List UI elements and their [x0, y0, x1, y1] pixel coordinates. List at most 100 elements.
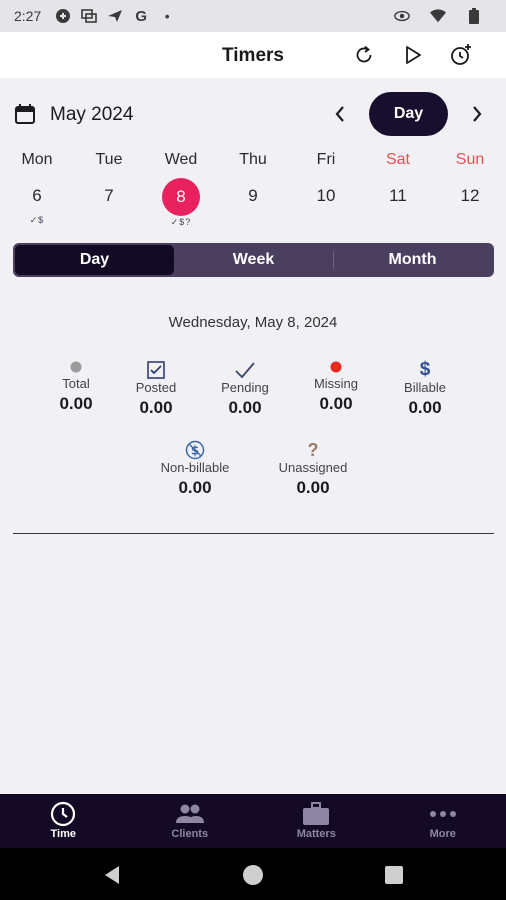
- weekday-label: Mon: [21, 151, 53, 168]
- stat-value: 0.00: [228, 398, 262, 417]
- weekday-label: Sun: [455, 151, 485, 168]
- segment-month[interactable]: Month: [333, 245, 492, 275]
- no-dollar-icon: $: [150, 440, 240, 460]
- tab-time[interactable]: Time: [0, 794, 127, 848]
- week-strip: Mon 6 ✓$ Tue 7 Wed 8 ✓$? Thu 9 Fri 10 Sa…: [0, 150, 506, 230]
- day-number: 7: [104, 186, 114, 205]
- day-number: 12: [460, 186, 480, 205]
- stat-value: 0.00: [319, 394, 353, 413]
- day-cell-mon[interactable]: Mon 6 ✓$: [1, 150, 73, 226]
- stat-label: Pending: [221, 380, 269, 395]
- tab-label: More: [429, 828, 456, 840]
- day-cell-sun[interactable]: Sun 12: [434, 150, 506, 226]
- tab-matters[interactable]: Matters: [253, 794, 380, 848]
- weekday-label: Tue: [95, 151, 123, 168]
- day-status-marks: [217, 214, 289, 226]
- month-label[interactable]: May 2024: [50, 104, 133, 126]
- battery-icon: [466, 8, 482, 24]
- next-button[interactable]: [467, 102, 487, 126]
- recents-button[interactable]: [383, 864, 405, 886]
- play-icon: [406, 46, 421, 64]
- segment-day[interactable]: Day: [15, 245, 174, 275]
- more-horizontal-icon: [429, 800, 457, 828]
- day-status-marks: [290, 214, 362, 226]
- add-timer-icon: [451, 44, 471, 65]
- total-dot-icon: [31, 358, 121, 376]
- add-timer-button[interactable]: [448, 42, 474, 68]
- page-title: Timers: [222, 45, 284, 66]
- tab-label: Matters: [296, 828, 336, 840]
- posted-checkbox-icon: [111, 360, 201, 380]
- stat-label: Missing: [313, 376, 359, 391]
- day-status-marks: [362, 214, 434, 226]
- weekday-label: Sat: [385, 151, 410, 168]
- stat-label: Billable: [404, 380, 446, 395]
- message-icon: [81, 8, 98, 24]
- clock-icon: [50, 800, 76, 828]
- stat-unassigned: ? Unassigned 0.00: [268, 440, 358, 498]
- day-number: 9: [248, 186, 258, 205]
- calendar-icon[interactable]: [14, 103, 36, 125]
- day-cell-fri[interactable]: Fri 10: [290, 150, 362, 226]
- previous-button[interactable]: [330, 102, 350, 126]
- day-number: 6: [32, 186, 42, 205]
- play-button[interactable]: [400, 42, 426, 68]
- day-cell-sat[interactable]: Sat 11: [362, 150, 434, 226]
- question-mark-icon: ?: [307, 439, 319, 460]
- back-button[interactable]: [101, 864, 123, 886]
- day-cell-tue[interactable]: Tue 7: [73, 150, 145, 226]
- system-navigation-bar: [0, 848, 506, 900]
- stat-value: 0.00: [139, 398, 173, 417]
- selected-date-heading: Wednesday, May 8, 2024: [168, 314, 338, 331]
- stat-non-billable: $ Non-billable 0.00: [150, 440, 240, 498]
- pending-check-icon: [200, 360, 290, 380]
- stat-label: Non-billable: [160, 460, 230, 475]
- stat-label: Posted: [135, 380, 177, 395]
- stat-missing: Missing 0.00: [291, 358, 381, 414]
- missing-dot-icon: [291, 358, 381, 376]
- divider: [13, 533, 494, 534]
- tab-more[interactable]: More: [380, 794, 506, 848]
- day-status-marks: ✓$?: [170, 217, 192, 227]
- period-segmented-control: Day Week Month: [13, 243, 494, 277]
- refresh-button[interactable]: [351, 42, 377, 68]
- tab-clients[interactable]: Clients: [127, 794, 254, 848]
- month-header: May 2024 Day: [0, 92, 506, 136]
- stat-total: Total 0.00: [31, 358, 121, 414]
- day-number: 10: [316, 186, 336, 205]
- status-bar: 2:27 G •: [0, 0, 506, 32]
- chevron-right-icon: [473, 106, 482, 122]
- chevron-left-icon: [335, 106, 344, 122]
- stat-value: 0.00: [408, 398, 442, 417]
- home-button[interactable]: [242, 864, 264, 886]
- day-cell-wed[interactable]: Wed 8 ✓$?: [145, 150, 217, 228]
- briefcase-icon: [302, 800, 330, 828]
- stat-pending: Pending 0.00: [200, 360, 290, 418]
- day-status-marks: [434, 214, 506, 226]
- day-cell-thu[interactable]: Thu 9: [217, 150, 289, 226]
- refresh-icon: [356, 45, 372, 63]
- stat-value: 0.00: [59, 394, 93, 413]
- bottom-navigation: Time Clients Matters More: [0, 794, 506, 848]
- stat-value: 0.00: [296, 478, 330, 497]
- stat-billable: $ Billable 0.00: [380, 359, 470, 418]
- status-time: 2:27: [14, 8, 42, 24]
- tab-label: Clients: [171, 828, 209, 840]
- day-number-selected: 8: [162, 178, 200, 216]
- weekday-label: Wed: [164, 151, 198, 168]
- google-icon: G: [135, 7, 148, 25]
- app-bar: Timers: [0, 32, 506, 78]
- weekday-label: Thu: [239, 151, 267, 168]
- eye-icon: [394, 8, 410, 24]
- wifi-icon: [430, 8, 446, 24]
- day-status-marks: ✓$: [29, 215, 45, 225]
- stat-label: Total: [62, 376, 90, 391]
- send-icon: [107, 8, 123, 24]
- app-notification-icon: [55, 8, 71, 24]
- home-circle-icon: [243, 865, 263, 885]
- view-mode-pill[interactable]: Day: [369, 92, 448, 136]
- back-triangle-icon: [105, 866, 119, 884]
- segment-week[interactable]: Week: [174, 245, 333, 275]
- day-status-marks: [73, 214, 145, 226]
- more-dot-icon: •: [164, 8, 170, 24]
